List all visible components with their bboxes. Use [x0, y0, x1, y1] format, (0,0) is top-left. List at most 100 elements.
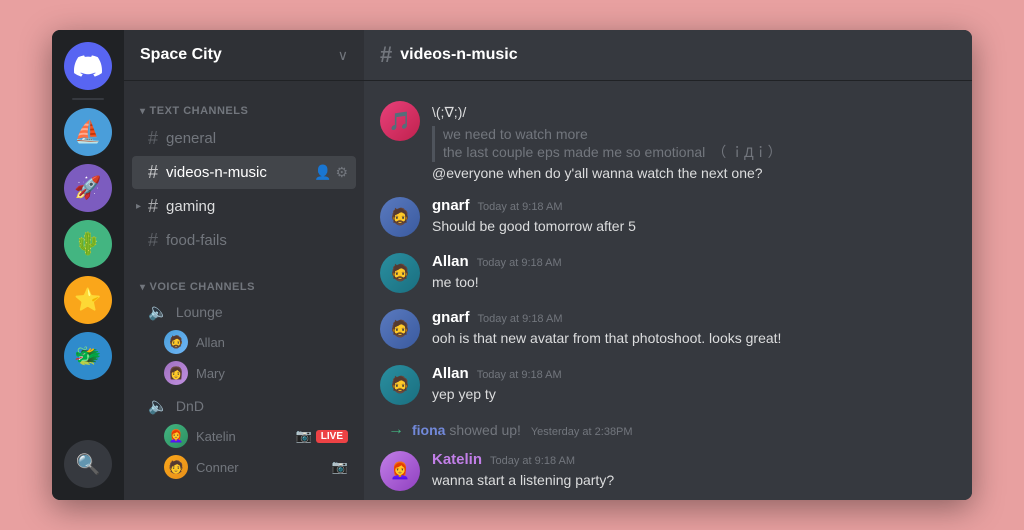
voice-user-allan[interactable]: 🧔 Allan	[132, 327, 356, 357]
message-avatar-allan-1: 🧔	[380, 253, 420, 293]
message-timestamp-katelin: Today at 9:18 AM	[490, 455, 575, 467]
message-line-mention: @everyone when do y'all wanna watch the …	[432, 165, 956, 181]
message-header-allan-2: Allan Today at 9:18 AM	[432, 365, 956, 382]
server-icon-sailboat[interactable]: ⛵	[64, 108, 112, 156]
voice-channel-name-dnd: DnD	[176, 398, 204, 414]
message-avatar-allan-2: 🧔	[380, 365, 420, 405]
channel-hash-icon: #	[380, 42, 392, 68]
voice-user-conner[interactable]: 🧑 Conner 📷	[132, 452, 356, 482]
message-group-gnarf-1: 🧔 gnarf Today at 9:18 AM Should be good …	[380, 193, 956, 241]
camera-icon: 📷	[332, 459, 348, 475]
message-group-allan-2: 🧔 Allan Today at 9:18 AM yep yep ty	[380, 361, 956, 409]
search-button[interactable]: 🔍	[64, 440, 112, 488]
voice-channel-lounge[interactable]: 🔈 Lounge	[132, 298, 356, 326]
message-group-katelin: 👩‍🦰 Katelin Today at 9:18 AM wanna start…	[380, 447, 956, 495]
server-sidebar: ⛵ 🚀 🌵 ⭐ 🐲 🔍	[52, 30, 124, 500]
voice-channels-category[interactable]: ▾ VOICE CHANNELS	[124, 265, 364, 297]
message-author-allan-2: Allan	[432, 365, 469, 382]
message-content-prevuser: \(;∇;)/ we need to watch more the last c…	[432, 101, 956, 181]
voice-user-avatar-mary: 👩	[164, 361, 188, 385]
hash-icon: #	[148, 196, 158, 217]
message-group-prevuser: 🎵 \(;∇;)/ we need to watch more the last…	[380, 97, 956, 185]
message-header-allan-1: Allan Today at 9:18 AM	[432, 253, 956, 270]
join-message-fiona: → fiona showed up! Yesterday at 2:38PM	[380, 417, 956, 443]
channel-name-general: general	[166, 130, 348, 147]
search-icon: 🔍	[76, 452, 101, 477]
message-text-allan-1: me too!	[432, 272, 956, 293]
hash-icon: #	[148, 230, 158, 251]
server-divider	[72, 98, 104, 100]
message-author-katelin: Katelin	[432, 451, 482, 468]
message-text-gnarf-1: Should be good tomorrow after 5	[432, 216, 956, 237]
message-author-gnarf: gnarf	[432, 197, 470, 214]
collapse-icon: ▾	[140, 282, 146, 293]
server-icon-cactus[interactable]: 🌵	[64, 220, 112, 268]
voice-icon: 🔈	[148, 302, 168, 322]
voice-user-badges-katelin: 📷 LIVE	[296, 428, 348, 444]
channel-item-food-fails[interactable]: # food-fails	[132, 224, 356, 257]
voice-user-badges-conner: 📷	[332, 459, 348, 475]
voice-user-katelin[interactable]: 👩‍🦰 Katelin 📷 LIVE	[132, 421, 356, 451]
chat-header: # videos-n-music	[364, 30, 972, 81]
quote-block: we need to watch more the last couple ep…	[432, 126, 956, 162]
message-content-allan-1: Allan Today at 9:18 AM me too!	[432, 253, 956, 293]
message-content-allan-2: Allan Today at 9:18 AM yep yep ty	[432, 365, 956, 405]
main-chat: # videos-n-music 🎵 \(;∇;)/ we need to wa…	[364, 30, 972, 500]
kaomoji-text: \(;∇;)/	[432, 104, 466, 120]
message-avatar-prevuser: 🎵	[380, 101, 420, 141]
settings-icon[interactable]: ⚙	[335, 164, 348, 181]
voice-user-avatar-allan: 🧔	[164, 330, 188, 354]
join-action-text: showed up!	[449, 422, 521, 438]
channel-item-general[interactable]: # general	[132, 122, 356, 155]
server-name: Space City	[140, 46, 222, 64]
app-container: ⛵ 🚀 🌵 ⭐ 🐲 🔍 Space City ∨ ▾ TEXT CHANNELS…	[52, 30, 972, 500]
chevron-down-icon: ∨	[338, 47, 348, 64]
voice-user-name-allan: Allan	[196, 335, 225, 350]
channel-actions: 👤 ⚙	[314, 164, 348, 181]
live-badge: LIVE	[316, 430, 348, 443]
collapse-icon: ▾	[140, 106, 146, 117]
chat-messages: 🎵 \(;∇;)/ we need to watch more the last…	[364, 81, 972, 500]
text-channels-category[interactable]: ▾ TEXT CHANNELS	[124, 89, 364, 121]
server-icon-star[interactable]: ⭐	[64, 276, 112, 324]
server-icon-space[interactable]: 🚀	[64, 164, 112, 212]
message-author-allan-1: Allan	[432, 253, 469, 270]
message-header-gnarf-2: gnarf Today at 9:18 AM	[432, 309, 956, 326]
quote-line-1: we need to watch more	[443, 126, 956, 142]
voice-channels-label: VOICE CHANNELS	[150, 281, 255, 293]
message-header-katelin: Katelin Today at 9:18 AM	[432, 451, 956, 468]
everyone-mention[interactable]: @everyone	[432, 165, 504, 181]
camera-icon: 📷	[296, 428, 312, 444]
channel-item-gaming[interactable]: ▸ # gaming	[132, 190, 356, 223]
server-icon-dragon[interactable]: 🐲	[64, 332, 112, 380]
voice-user-mary[interactable]: 👩 Mary	[132, 358, 356, 388]
message-content-gnarf-2: gnarf Today at 9:18 AM ooh is that new a…	[432, 309, 956, 349]
message-timestamp-allan-2: Today at 9:18 AM	[477, 369, 562, 381]
message-timestamp-allan-1: Today at 9:18 AM	[477, 257, 562, 269]
channel-item-videos-n-music[interactable]: # videos-n-music 👤 ⚙	[132, 156, 356, 189]
discord-home-button[interactable]	[64, 42, 112, 90]
voice-channel-name-lounge: Lounge	[176, 304, 223, 320]
channel-name-food-fails: food-fails	[166, 232, 348, 249]
voice-channel-dnd[interactable]: 🔈 DnD	[132, 392, 356, 420]
hash-icon: #	[148, 128, 158, 149]
voice-user-avatar-katelin: 👩‍🦰	[164, 424, 188, 448]
message-text-katelin: wanna start a listening party?	[432, 470, 956, 491]
server-header[interactable]: Space City ∨	[124, 30, 364, 81]
message-avatar-katelin: 👩‍🦰	[380, 451, 420, 491]
channel-list: ▾ TEXT CHANNELS # general # videos-n-mus…	[124, 81, 364, 500]
message-timestamp-gnarf-1: Today at 9:18 AM	[478, 201, 563, 213]
voice-user-name-mary: Mary	[196, 366, 225, 381]
voice-user-name-katelin: Katelin	[196, 429, 236, 444]
message-text-gnarf-2: ooh is that new avatar from that photosh…	[432, 328, 956, 349]
voice-icon: 🔈	[148, 396, 168, 416]
message-avatar-gnarf: 🧔	[380, 197, 420, 237]
message-text-allan-2: yep yep ty	[432, 384, 956, 405]
add-member-icon[interactable]: 👤	[314, 164, 331, 181]
voice-user-name-conner: Conner	[196, 460, 239, 475]
channel-sidebar: Space City ∨ ▾ TEXT CHANNELS # general #…	[124, 30, 364, 500]
message-group-allan-1: 🧔 Allan Today at 9:18 AM me too!	[380, 249, 956, 297]
channel-name-videos: videos-n-music	[166, 164, 314, 181]
hash-icon: #	[148, 162, 158, 183]
message-content-katelin: Katelin Today at 9:18 AM wanna start a l…	[432, 451, 956, 491]
